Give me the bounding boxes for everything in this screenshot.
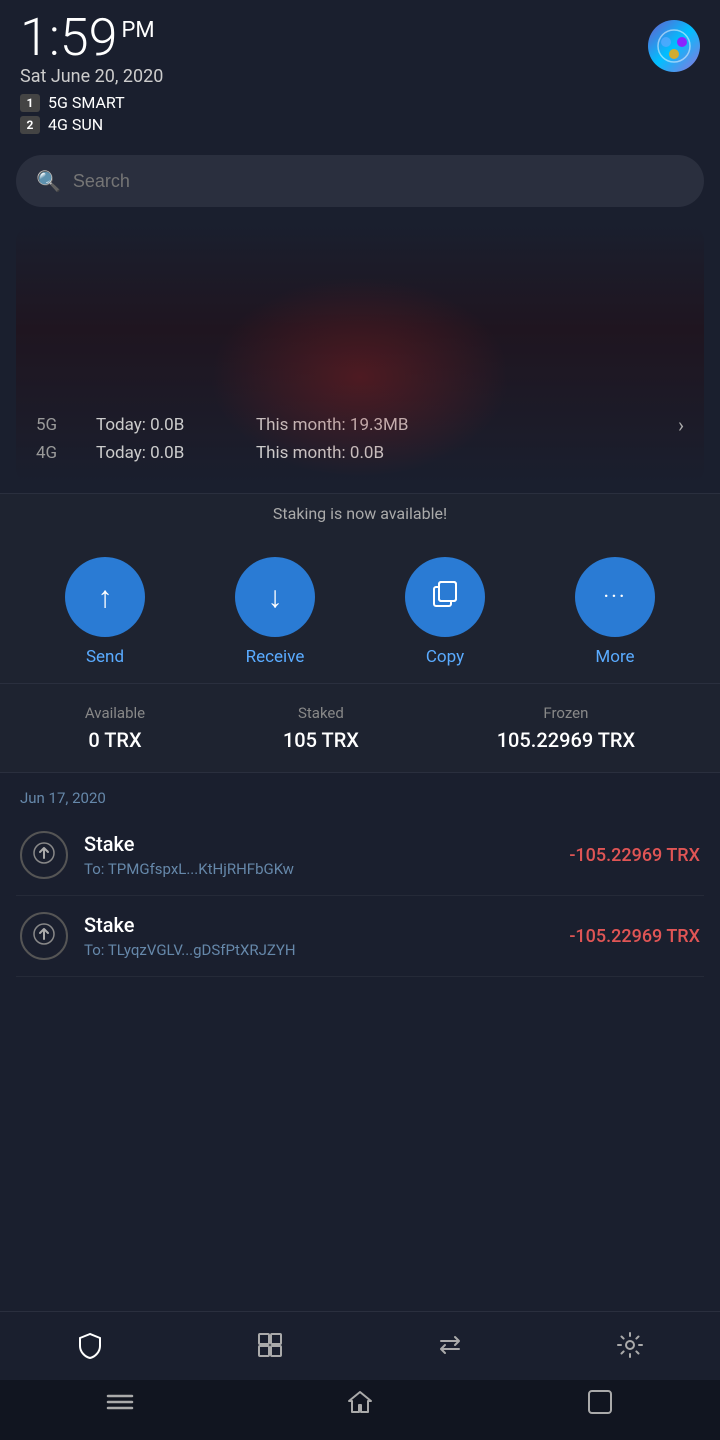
frozen-balance: Frozen 105.22969 TRX [497,704,635,752]
status-bar: 1:59PM Sat June 20, 2020 1 5G SMART 2 4G… [0,0,720,145]
scrollable-content: Jun 17, 2020 Stake To: TPMGfspxL...KtHjR… [0,773,720,1137]
more-icon: ··· [603,585,626,610]
nav-shield[interactable] [60,1324,120,1372]
avatar[interactable] [648,20,700,72]
network-info: 1 5G SMART 2 4G SUN [20,93,163,134]
tx-title-1: Stake [84,832,553,856]
nav-items [0,1312,720,1380]
4g-label: 4G [36,443,76,463]
transfer-icon [436,1331,464,1366]
status-right [648,12,700,72]
copy-label: Copy [426,647,464,667]
transaction-date-header: Jun 17, 2020 [16,773,704,815]
staking-text: Staking is now available! [273,504,447,523]
copy-icon [430,579,460,616]
search-container: 🔍 [0,145,720,217]
receive-action[interactable]: ↓ Receive [235,557,315,667]
search-input[interactable] [73,171,684,192]
4g-month: This month: 0.0B [256,443,684,463]
available-balance: Available 0 TRX [85,704,145,752]
nav-transfer[interactable] [420,1324,480,1372]
5g-label: 5G [36,415,76,435]
bottom-nav [0,1311,720,1440]
tx-title-2: Stake [84,913,553,937]
receive-button[interactable]: ↓ [235,557,315,637]
nav-grid[interactable] [240,1324,300,1372]
time-display: 1:59PM [20,12,163,64]
system-menu-button[interactable] [95,1390,145,1420]
tx-details-1: Stake To: TPMGfspxL...KtHjRHFbGKw [84,832,553,878]
copy-action[interactable]: Copy [405,557,485,667]
more-label: More [595,647,634,667]
send-action[interactable]: ↑ Send [65,557,145,667]
stake-up-arrow-icon-1 [32,841,56,870]
network1-badge: 1 [20,94,40,112]
network-2-row: 2 4G SUN [20,115,163,134]
send-label: Send [86,647,124,667]
system-home-button[interactable] [335,1390,385,1420]
status-left: 1:59PM Sat June 20, 2020 1 5G SMART 2 4G… [20,12,163,137]
4g-data-row: 4G Today: 0.0B This month: 0.0B [36,443,684,463]
date-display: Sat June 20, 2020 [20,66,163,87]
frozen-value: 105.22969 TRX [497,728,635,752]
receive-icon: ↓ [268,580,283,615]
hamburger-icon [106,1392,134,1418]
tx-details-2: Stake To: TLyqzVGLV...gDSfPtXRJZYH [84,913,553,959]
grid-icon [256,1331,284,1366]
search-bar[interactable]: 🔍 [16,155,704,207]
tx-address-1: To: TPMGfspxL...KtHjRHFbGKw [84,860,553,878]
5g-data-row: 5G Today: 0.0B This month: 19.3MB › [36,413,684,437]
more-action[interactable]: ··· More [575,557,655,667]
receive-label: Receive [246,647,305,667]
tx-stake-icon-wrap-2 [20,912,68,960]
tx-amount-1: -105.22969 TRX [569,845,700,866]
available-value: 0 TRX [85,728,145,752]
system-nav [0,1380,720,1440]
network-1-row: 1 5G SMART [20,93,163,112]
more-button[interactable]: ··· [575,557,655,637]
staking-banner: Staking is now available! [0,493,720,533]
table-row[interactable]: Stake To: TLyqzVGLV...gDSfPtXRJZYH -105.… [16,896,704,977]
widget-area: 5G Today: 0.0B This month: 19.3MB › 4G T… [16,225,704,485]
send-icon: ↑ [98,580,113,615]
network2-badge: 2 [20,116,40,134]
table-row[interactable]: Stake To: TPMGfspxL...KtHjRHFbGKw -105.2… [16,815,704,896]
staked-balance: Staked 105 TRX [283,704,359,752]
search-icon: 🔍 [36,169,61,193]
network1-label: 5G SMART [48,93,125,112]
tx-amount-2: -105.22969 TRX [569,926,700,947]
action-buttons: ↑ Send ↓ Receive Copy ··· More [0,533,720,683]
gear-icon [616,1331,644,1366]
5g-today: Today: 0.0B [96,415,236,435]
tx-address-2: To: TLyqzVGLV...gDSfPtXRJZYH [84,941,553,959]
copy-button[interactable] [405,557,485,637]
back-icon [586,1388,614,1422]
stake-up-arrow-icon-2 [32,922,56,951]
staked-label: Staked [283,704,359,722]
4g-today: Today: 0.0B [96,443,236,463]
available-label: Available [85,704,145,722]
time-period: PM [121,18,154,43]
system-back-button[interactable] [575,1390,625,1420]
nav-settings[interactable] [600,1324,660,1372]
send-button[interactable]: ↑ [65,557,145,637]
time-value: 1:59 [20,7,117,68]
data-usage-info: 5G Today: 0.0B This month: 19.3MB › 4G T… [16,397,704,485]
home-icon [346,1388,374,1422]
balance-section: Available 0 TRX Staked 105 TRX Frozen 10… [0,683,720,773]
tx-stake-icon-wrap-1 [20,831,68,879]
shield-icon [76,1331,104,1366]
staked-value: 105 TRX [283,728,359,752]
network2-label: 4G SUN [48,115,103,134]
5g-month: This month: 19.3MB [256,415,658,435]
frozen-label: Frozen [497,704,635,722]
transactions-section: Jun 17, 2020 Stake To: TPMGfspxL...KtHjR… [0,773,720,977]
chevron-right-icon[interactable]: › [678,413,684,437]
